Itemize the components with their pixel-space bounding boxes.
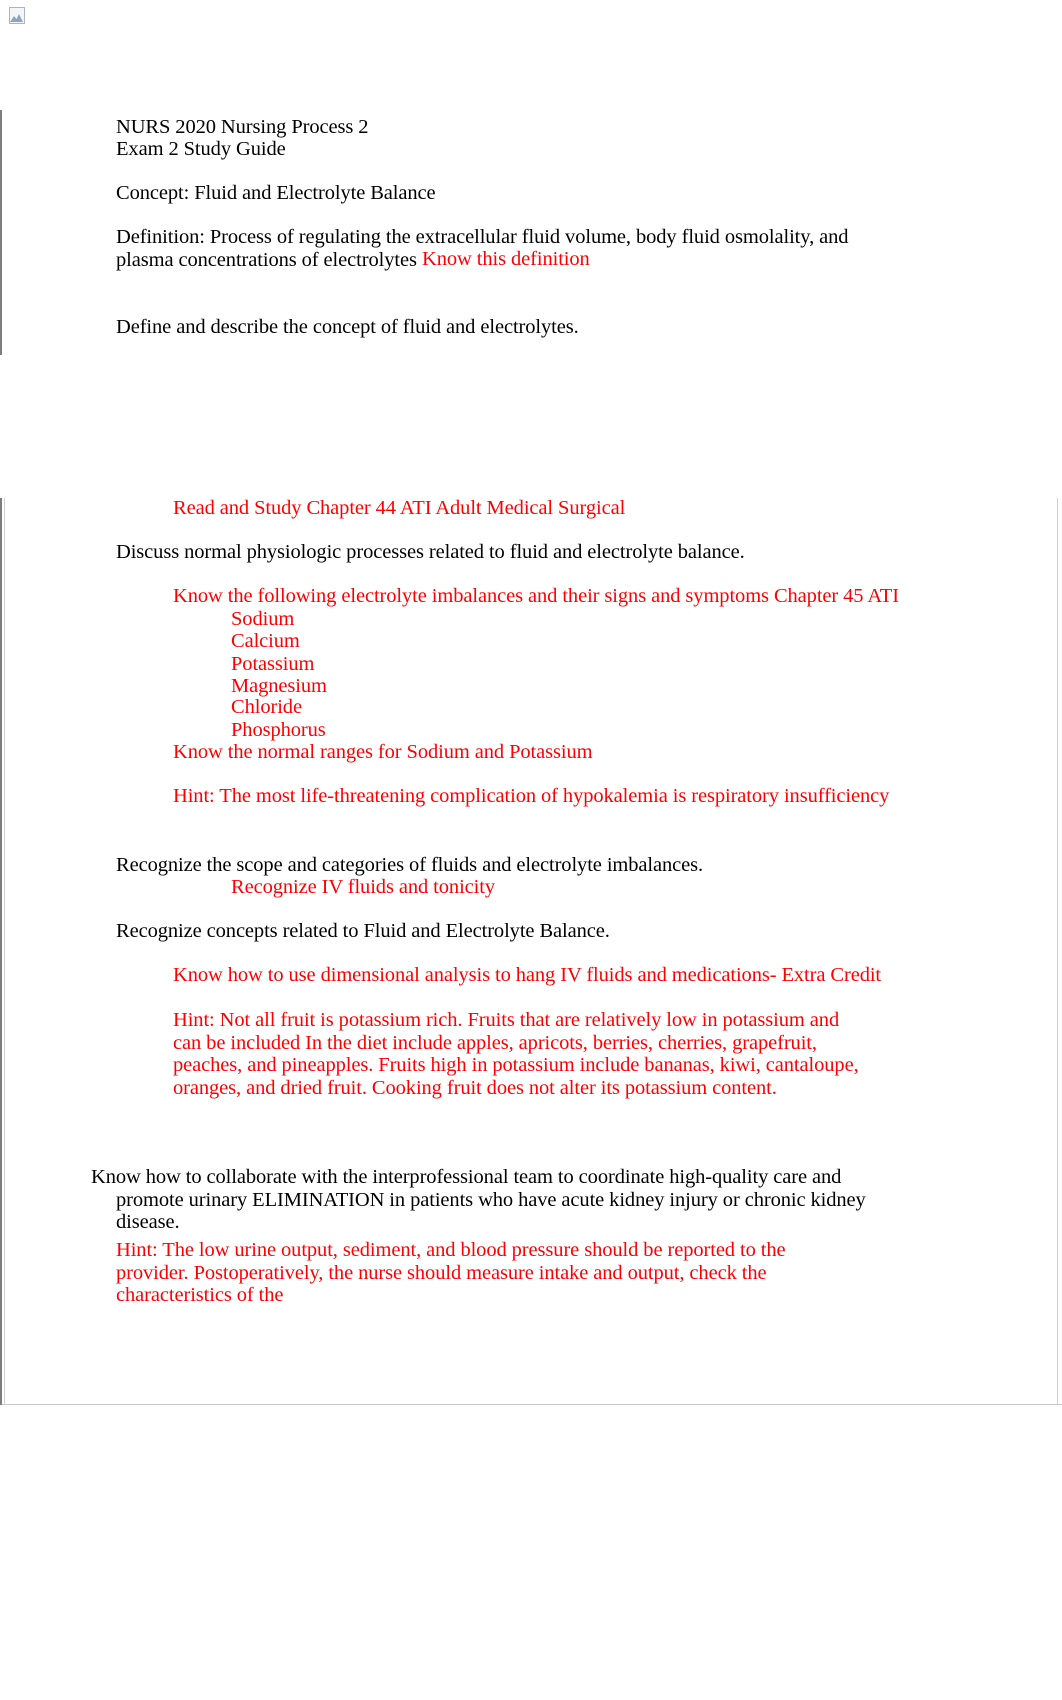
- exam-subtitle: Exam 2 Study Guide: [116, 138, 286, 160]
- list-item-calcium: Calcium: [231, 630, 300, 652]
- objective-recognize-concepts: Recognize concepts related to Fluid and …: [116, 920, 610, 942]
- objective-discuss-processes: Discuss normal physiologic processes rel…: [116, 541, 745, 563]
- course-title: NURS 2020 Nursing Process 2: [116, 116, 369, 138]
- page-right-border: [1057, 498, 1058, 1404]
- note-dimensional-analysis: Know how to use dimensional analysis to …: [173, 964, 882, 986]
- objective-collaborate: Know how to collaborate with the interpr…: [91, 1166, 871, 1233]
- list-item-sodium: Sodium: [231, 608, 295, 630]
- broken-image-icon: [9, 7, 25, 24]
- concept-line: Concept: Fluid and Electrolyte Balance: [116, 182, 436, 204]
- objective-recognize-scope: Recognize the scope and categories of fl…: [116, 854, 704, 876]
- change-bar-bottom: [0, 498, 2, 1405]
- hint-urine-output: Hint: The low urine output, sediment, an…: [116, 1239, 791, 1306]
- note-read-study-chapter: Read and Study Chapter 44 ATI Adult Medi…: [173, 497, 626, 519]
- list-item-magnesium: Magnesium: [231, 675, 327, 697]
- note-normal-ranges: Know the normal ranges for Sodium and Po…: [173, 741, 593, 763]
- definition-note: Know this definition: [422, 248, 590, 270]
- list-item-potassium: Potassium: [231, 653, 315, 675]
- page-bottom-border: [0, 1404, 1062, 1405]
- hint-potassium-fruit: Hint: Not all fruit is potassium rich. F…: [173, 1009, 864, 1099]
- list-item-phosphorus: Phosphorus: [231, 719, 326, 741]
- change-bar-top: [0, 110, 2, 355]
- page-left-border: [4, 498, 5, 1404]
- broken-image-tear: [10, 13, 23, 22]
- list-item-chloride: Chloride: [231, 696, 302, 718]
- objective-define-describe: Define and describe the concept of fluid…: [116, 316, 579, 338]
- note-recognize-iv-fluids: Recognize IV fluids and tonicity: [231, 876, 496, 898]
- hint-hypokalemia: Hint: The most life-threatening complica…: [173, 785, 890, 807]
- note-electrolyte-imbalances: Know the following electrolyte imbalance…: [173, 585, 899, 607]
